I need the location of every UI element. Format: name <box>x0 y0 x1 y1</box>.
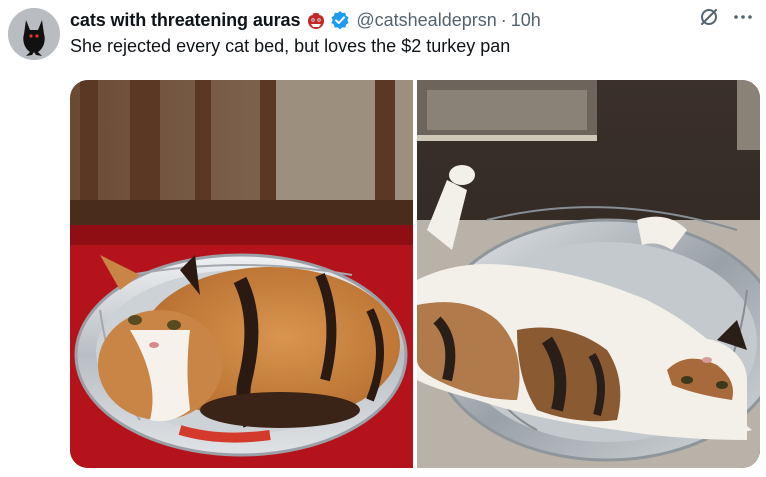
author-handle[interactable]: @catshealdeprsn <box>356 10 496 31</box>
tweet-actions <box>698 6 754 28</box>
timestamp[interactable]: 10h <box>511 10 541 31</box>
avatar-cat-silhouette-icon <box>8 8 60 60</box>
avatar[interactable] <box>8 8 60 60</box>
tweet-header: cats with threatening auras @catshealdep… <box>70 6 756 34</box>
separator-dot: · <box>500 9 507 30</box>
more-icon[interactable] <box>732 6 754 28</box>
verified-badge-icon[interactable] <box>330 10 350 30</box>
author-name[interactable]: cats with threatening auras <box>70 10 300 31</box>
photo-cat-belly-up-in-pan <box>417 80 760 468</box>
photo-cat-loaf-in-pan <box>70 80 413 468</box>
photo-1[interactable] <box>70 80 413 468</box>
media-grid <box>70 80 760 468</box>
photo-2[interactable] <box>417 80 760 468</box>
tweet-text: She rejected every cat bed, but loves th… <box>70 36 511 56</box>
red-ogre-icon <box>306 10 326 30</box>
grok-icon[interactable] <box>698 6 720 28</box>
